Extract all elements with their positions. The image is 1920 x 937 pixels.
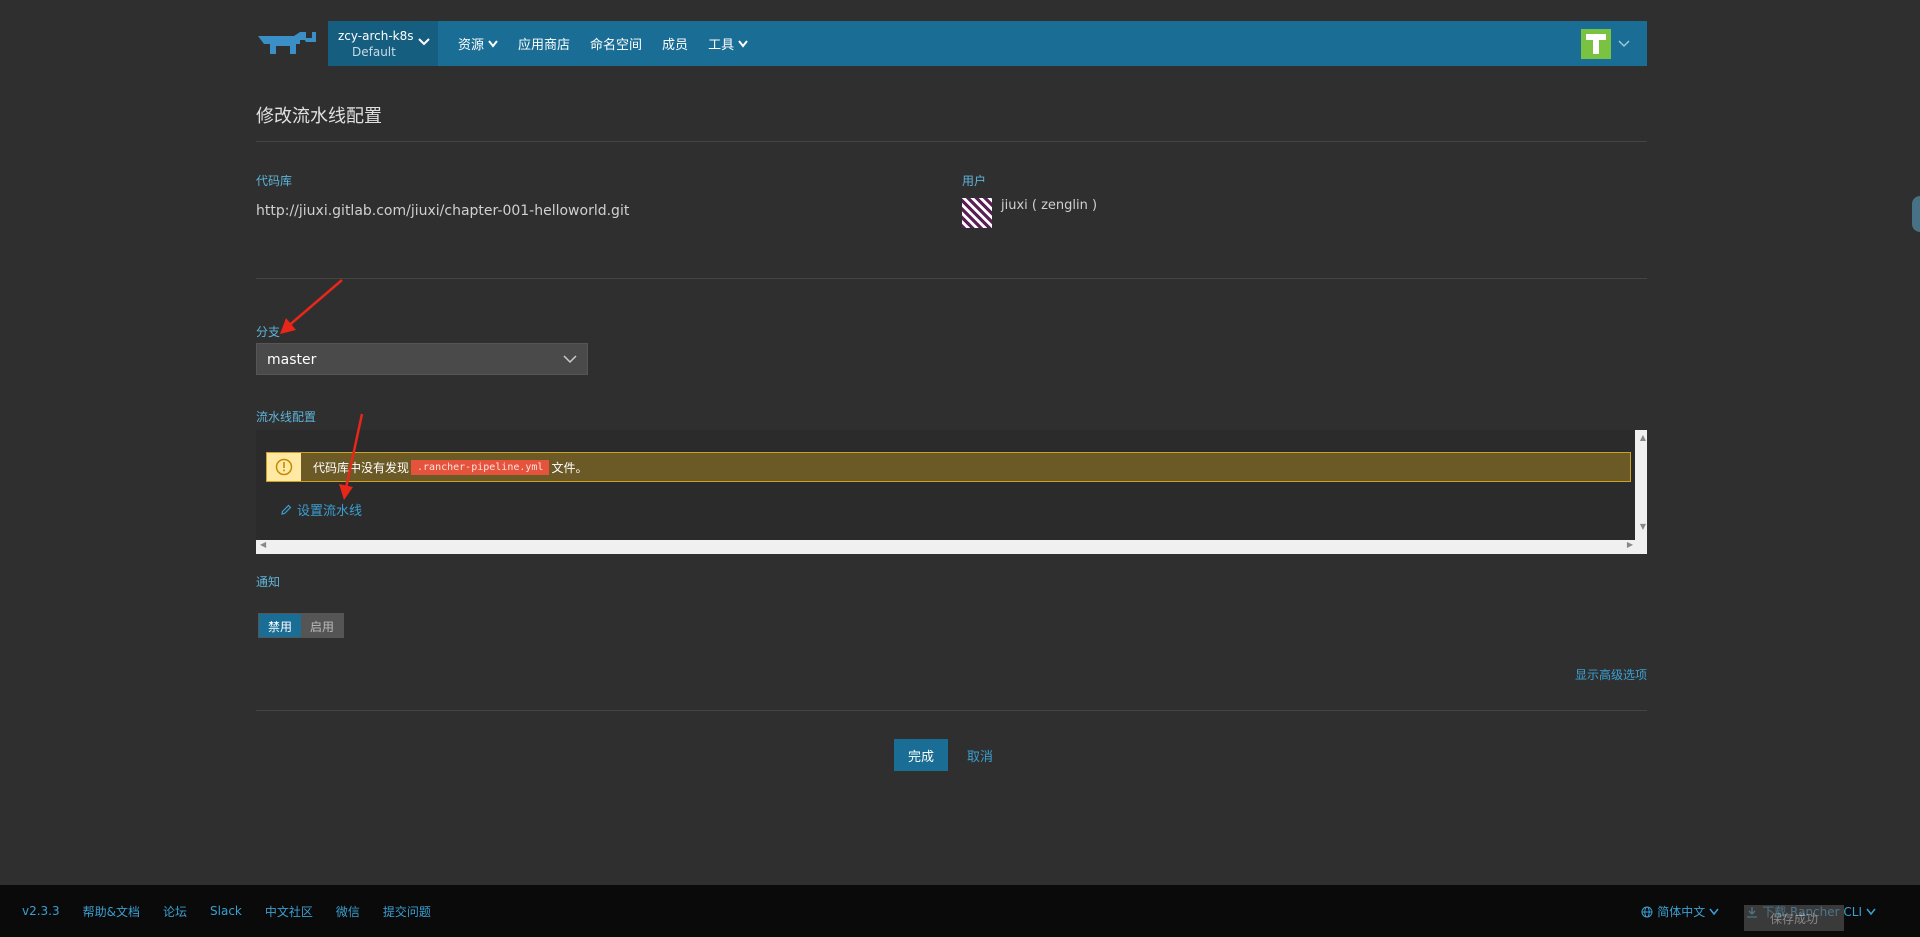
chevron-down-icon: [418, 38, 430, 46]
cluster-name: zcy-arch-k8s: [338, 28, 414, 43]
project-name: Default: [352, 44, 396, 59]
footer-link-help[interactable]: 帮助&文档: [83, 903, 140, 920]
divider: [256, 710, 1647, 711]
branch-select[interactable]: master: [256, 343, 588, 375]
footer-link-issue[interactable]: 提交问题: [383, 903, 431, 920]
chevron-down-icon: [1866, 908, 1876, 915]
scroll-left-icon[interactable]: ◀: [260, 540, 266, 549]
user-menu[interactable]: [1581, 28, 1631, 59]
chevron-down-icon: [738, 39, 748, 48]
notify-disable-button[interactable]: 禁用: [259, 614, 302, 637]
rancher-logo-icon[interactable]: [256, 28, 318, 60]
scroll-up-icon[interactable]: ▲: [1640, 433, 1646, 442]
divider: [256, 141, 1647, 142]
user-label: 用户: [962, 174, 987, 188]
repo-label: 代码库: [256, 174, 293, 188]
branch-value: master: [267, 352, 317, 368]
language-selector[interactable]: 简体中文: [1641, 903, 1723, 920]
page-title: 修改流水线配置: [256, 106, 382, 127]
branch-label: 分支: [256, 325, 281, 339]
annotation-arrow-icon: [280, 279, 343, 334]
footer-link-wechat[interactable]: 微信: [336, 903, 360, 920]
warning-banner: 代码库中没有发现 .rancher-pipeline.yml 文件。: [266, 452, 1631, 482]
nav-namespaces[interactable]: 命名空间: [590, 34, 642, 53]
done-button[interactable]: 完成: [894, 739, 948, 771]
chevron-down-icon: [1618, 39, 1630, 47]
save-success-toast: 保存成功: [1744, 905, 1844, 931]
footer-link-forum[interactable]: 论坛: [163, 903, 187, 920]
nav-catalog[interactable]: 应用商店: [518, 34, 570, 53]
cancel-button[interactable]: 取消: [967, 746, 993, 765]
info-icon: [267, 453, 301, 481]
footer: v2.3.3 帮助&文档 论坛 Slack 中文社区 微信 提交问题 简体中文 …: [0, 885, 1920, 937]
side-handle[interactable]: [1912, 196, 1920, 232]
pipeline-config-editor[interactable]: 代码库中没有发现 .rancher-pipeline.yml 文件。 设置流水线…: [256, 430, 1647, 554]
warning-text: 代码库中没有发现 .rancher-pipeline.yml 文件。: [301, 459, 587, 476]
pipeline-file-code: .rancher-pipeline.yml: [411, 459, 550, 475]
avatar: [1581, 28, 1611, 59]
version-link[interactable]: v2.3.3: [22, 904, 60, 918]
setup-pipeline-label: 设置流水线: [297, 504, 363, 519]
cluster-switcher[interactable]: zcy-arch-k8s Default: [328, 21, 438, 66]
setup-pipeline-link[interactable]: 设置流水线: [280, 500, 362, 519]
chevron-down-icon: [1709, 908, 1719, 915]
footer-link-slack[interactable]: Slack: [210, 904, 242, 918]
warning-suffix: 文件。: [551, 460, 588, 475]
user-name: jiuxi ( zenglin ): [1001, 198, 1098, 213]
divider: [256, 278, 1647, 279]
notify-enable-button[interactable]: 启用: [301, 614, 344, 637]
footer-link-community[interactable]: 中文社区: [265, 903, 313, 920]
user-avatar: [962, 198, 992, 228]
scroll-down-icon[interactable]: ▼: [1640, 522, 1646, 531]
pipeline-config-label: 流水线配置: [256, 410, 317, 424]
notification-label: 通知: [256, 575, 281, 589]
pencil-icon: [281, 504, 292, 515]
chevron-down-icon: [563, 355, 577, 364]
nav-tools[interactable]: 工具: [708, 34, 748, 53]
nav-members[interactable]: 成员: [662, 34, 688, 53]
nav-tools-label: 工具: [708, 38, 735, 53]
warning-prefix: 代码库中没有发现: [313, 460, 410, 475]
nav-resources-label: 资源: [458, 38, 485, 53]
top-nav-bar: zcy-arch-k8s Default 资源 应用商店 命名空间 成员 工具: [328, 21, 1647, 66]
chevron-down-icon: [488, 39, 498, 48]
show-advanced-options-link[interactable]: 显示高级选项: [1575, 666, 1647, 683]
nav-resources[interactable]: 资源: [458, 34, 498, 53]
scroll-right-icon[interactable]: ▶: [1627, 540, 1633, 549]
repo-url: http://jiuxi.gitlab.com/jiuxi/chapter-00…: [256, 203, 630, 219]
globe-icon: [1641, 906, 1653, 917]
notification-toggle: 禁用 启用: [258, 613, 345, 638]
language-label: 简体中文: [1657, 905, 1706, 919]
